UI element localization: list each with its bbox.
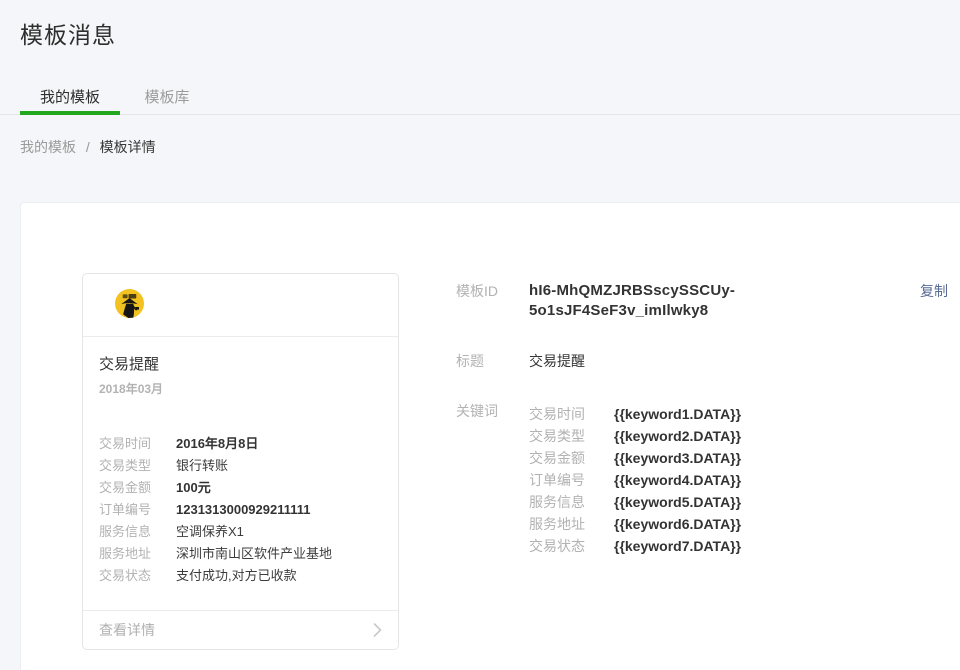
field-row-transaction-amount: 交易金额 100元: [99, 477, 382, 499]
keyword-placeholder: {{keyword2.DATA}}: [614, 425, 741, 447]
field-row-transaction-time: 交易时间 2016年8月8日: [99, 433, 382, 455]
keyword-placeholder: {{keyword3.DATA}}: [614, 447, 741, 469]
field-value: 2016年8月8日: [176, 433, 258, 455]
keyword-placeholder: {{keyword6.DATA}}: [614, 513, 741, 535]
message-preview-card: 交易提醒 2018年03月 交易时间 2016年8月8日 交易类型 银行转账 交…: [82, 273, 399, 650]
keyword-item: 服务信息 {{keyword5.DATA}}: [529, 491, 741, 513]
tab-bar: 我的模板 模板库: [0, 74, 960, 115]
keyword-item: 交易金额 {{keyword3.DATA}}: [529, 447, 741, 469]
template-detail-panel: 交易提醒 2018年03月 交易时间 2016年8月8日 交易类型 银行转账 交…: [20, 202, 960, 670]
keyword-placeholder: {{keyword5.DATA}}: [614, 491, 741, 513]
field-value: 1231313000929211111: [176, 499, 311, 521]
field-value: 支付成功,对方已收款: [176, 565, 297, 587]
field-value: 深圳市南山区软件产业基地: [176, 543, 332, 565]
keyword-item: 服务地址 {{keyword6.DATA}}: [529, 513, 741, 535]
keyword-placeholder: {{keyword1.DATA}}: [614, 403, 741, 425]
preview-message-title: 交易提醒: [99, 353, 382, 374]
field-label: 服务地址: [99, 543, 176, 565]
copy-template-id-link[interactable]: 复制: [920, 281, 948, 301]
field-label: 订单编号: [99, 499, 176, 521]
preview-message-head: 交易提醒 2018年03月: [83, 337, 398, 397]
keyword-name: 交易状态: [529, 535, 614, 557]
breadcrumb: 我的模板 / 模板详情: [20, 137, 156, 157]
field-label: 服务信息: [99, 521, 176, 543]
field-label: 交易状态: [99, 565, 176, 587]
field-value: 100元: [176, 477, 211, 499]
keywords-label: 关键词: [456, 401, 529, 421]
field-value: 银行转账: [176, 455, 228, 477]
template-detail-info: 模板ID hI6-MhQMZJRBSscySSCUy-5o1sJF4SeF3v_…: [456, 281, 948, 587]
preview-message-date: 2018年03月: [99, 380, 382, 397]
breadcrumb-current: 模板详情: [100, 139, 156, 155]
field-row-transaction-type: 交易类型 银行转账: [99, 455, 382, 477]
field-label: 交易时间: [99, 433, 176, 455]
keyword-item: 交易状态 {{keyword7.DATA}}: [529, 535, 741, 557]
keyword-name: 交易类型: [529, 425, 614, 447]
keyword-placeholder: {{keyword7.DATA}}: [614, 535, 741, 557]
breadcrumb-separator: /: [86, 139, 90, 155]
template-id-label: 模板ID: [456, 281, 529, 301]
keyword-item: 订单编号 {{keyword4.DATA}}: [529, 469, 741, 491]
page-title: 模板消息: [20, 16, 116, 50]
field-row-order-number: 订单编号 1231313000929211111: [99, 499, 382, 521]
template-title-value: 交易提醒: [529, 351, 585, 371]
field-row-service-info: 服务信息 空调保养X1: [99, 521, 382, 543]
template-title-label: 标题: [456, 351, 529, 371]
field-label: 交易金额: [99, 477, 176, 499]
view-details-label: 查看详情: [99, 620, 155, 640]
keyword-name: 交易时间: [529, 403, 614, 425]
breadcrumb-parent[interactable]: 我的模板: [20, 139, 76, 155]
tab-my-templates[interactable]: 我的模板: [20, 74, 120, 115]
keyword-placeholder: {{keyword4.DATA}}: [614, 469, 741, 491]
keyword-item: 交易时间 {{keyword1.DATA}}: [529, 403, 741, 425]
keyword-name: 服务地址: [529, 513, 614, 535]
keyword-list: 交易时间 {{keyword1.DATA}} 交易类型 {{keyword2.D…: [529, 403, 741, 557]
field-row-transaction-status: 交易状态 支付成功,对方已收款: [99, 565, 382, 587]
preview-card-header: [83, 274, 398, 337]
view-details-button[interactable]: 查看详情: [83, 610, 398, 649]
keywords-row: 关键词 交易时间 {{keyword1.DATA}} 交易类型 {{keywor…: [456, 401, 948, 557]
keyword-name: 交易金额: [529, 447, 614, 469]
preview-field-list: 交易时间 2016年8月8日 交易类型 银行转账 交易金额 100元 订单编号 …: [83, 397, 398, 587]
keyword-name: 服务信息: [529, 491, 614, 513]
tab-template-library[interactable]: 模板库: [124, 74, 209, 115]
keyword-item: 交易类型 {{keyword2.DATA}}: [529, 425, 741, 447]
template-id-value: hI6-MhQMZJRBSscySSCUy-5o1sJF4SeF3v_imIlw…: [529, 281, 906, 321]
chevron-right-icon: [373, 623, 382, 637]
field-label: 交易类型: [99, 455, 176, 477]
account-avatar-icon: [115, 289, 144, 318]
template-id-row: 模板ID hI6-MhQMZJRBSscySSCUy-5o1sJF4SeF3v_…: [456, 281, 948, 321]
template-title-row: 标题 交易提醒: [456, 351, 948, 371]
keyword-name: 订单编号: [529, 469, 614, 491]
field-value: 空调保养X1: [176, 521, 244, 543]
field-row-service-address: 服务地址 深圳市南山区软件产业基地: [99, 543, 382, 565]
